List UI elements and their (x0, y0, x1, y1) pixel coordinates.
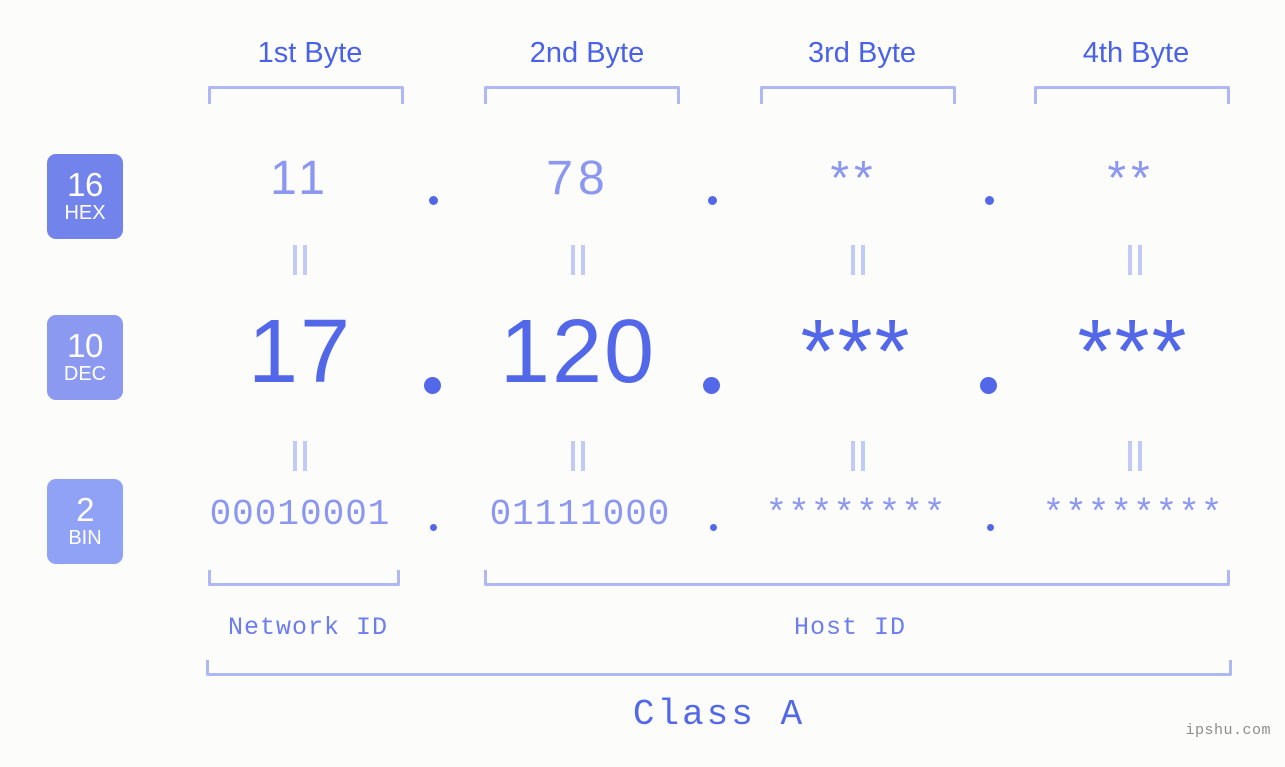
hex-separator-2 (708, 196, 717, 205)
equals-icon-hex-dec-3 (849, 245, 867, 275)
byte-bracket-1 (208, 86, 404, 104)
base-badge-dec: 10 DEC (47, 315, 123, 400)
byte-bracket-4 (1034, 86, 1230, 104)
bin-separator-2 (710, 524, 717, 531)
bin-byte-2: 01111000 (489, 494, 671, 535)
base-badge-hex-name: HEX (64, 202, 106, 224)
equals-icon-dec-bin-4 (1126, 441, 1144, 471)
base-badge-bin: 2 BIN (47, 479, 123, 564)
equals-icon-dec-bin-1 (291, 441, 309, 471)
dec-byte-3: *** (800, 302, 912, 402)
hex-separator-1 (429, 196, 438, 205)
network-id-label: Network ID (227, 613, 389, 642)
hex-separator-3 (985, 196, 994, 205)
base-badge-dec-name: DEC (63, 363, 107, 385)
dec-byte-1: 17 (247, 302, 353, 402)
dec-separator-2 (703, 377, 720, 394)
host-id-label: Host ID (793, 613, 907, 642)
bin-byte-4: ******** (1042, 494, 1224, 535)
byte-header-4: 4th Byte (1082, 37, 1190, 69)
equals-icon-dec-bin-2 (569, 441, 587, 471)
hex-byte-2: 78 (546, 152, 610, 205)
bin-separator-3 (987, 524, 994, 531)
base-badge-bin-number: 2 (76, 491, 94, 528)
byte-bracket-3 (760, 86, 956, 104)
byte-bracket-2 (484, 86, 680, 104)
equals-icon-hex-dec-1 (291, 245, 309, 275)
equals-icon-dec-bin-3 (849, 441, 867, 471)
equals-icon-hex-dec-4 (1126, 245, 1144, 275)
base-badge-hex: 16 HEX (47, 154, 123, 239)
dec-separator-3 (980, 377, 997, 394)
bin-separator-1 (430, 524, 437, 531)
byte-header-2: 2nd Byte (529, 37, 645, 69)
host-id-bracket (484, 570, 1230, 586)
equals-icon-hex-dec-2 (569, 245, 587, 275)
hex-byte-4: ** (1107, 152, 1155, 205)
class-label: Class A (632, 694, 806, 735)
watermark: ipshu.com (1185, 722, 1271, 739)
byte-header-3: 3rd Byte (808, 37, 916, 69)
dec-separator-1 (424, 377, 441, 394)
network-id-bracket (208, 570, 400, 586)
ip-address-breakdown-diagram: 1st Byte 2nd Byte 3rd Byte 4th Byte 16 H… (0, 0, 1285, 767)
base-badge-dec-number: 10 (67, 327, 103, 364)
dec-byte-2: 120 (499, 302, 657, 402)
dec-byte-4: *** (1077, 302, 1189, 402)
class-bracket (206, 660, 1232, 676)
hex-byte-1: 11 (270, 152, 330, 205)
bin-byte-3: ******** (765, 494, 947, 535)
base-badge-hex-number: 16 (67, 166, 103, 203)
byte-header-1: 1st Byte (257, 37, 363, 69)
base-badge-bin-name: BIN (68, 527, 102, 549)
hex-byte-3: ** (830, 152, 878, 205)
bin-byte-1: 00010001 (209, 494, 391, 535)
